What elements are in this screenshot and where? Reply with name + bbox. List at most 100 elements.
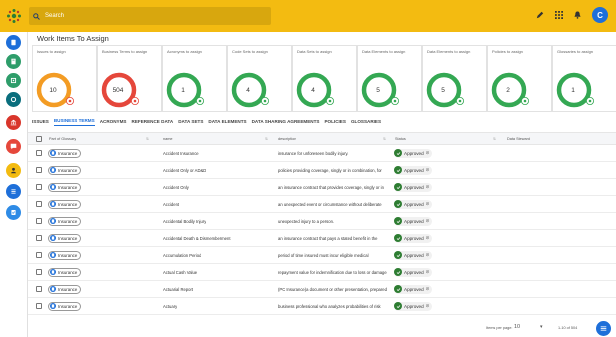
- select-all-checkbox[interactable]: [36, 135, 42, 142]
- sidebar-item-tasks[interactable]: [6, 205, 21, 220]
- pencil-icon[interactable]: [536, 11, 544, 19]
- term-name[interactable]: Accidental Death & Dismemberment: [163, 230, 231, 246]
- sort-icon[interactable]: ⇅: [493, 137, 496, 141]
- table-row[interactable]: Insurance Accumulation Period period of ti…: [28, 247, 616, 264]
- term-name[interactable]: Accident Only: [163, 179, 189, 195]
- summary-card[interactable]: Business Terms to assign 504: [97, 45, 162, 112]
- status-chip[interactable]: Approved ⊘: [394, 284, 433, 294]
- term-name[interactable]: Accident Insurance: [163, 145, 199, 161]
- term-name[interactable]: Accumulation Period: [163, 247, 201, 263]
- tab-glossaries[interactable]: GLOSSARIES: [351, 119, 381, 126]
- glossary-chip[interactable]: Insurance: [48, 250, 82, 260]
- info-icon[interactable]: ⊘: [426, 167, 430, 173]
- term-name[interactable]: Accident Only or AD&D: [163, 162, 206, 178]
- menu-fab-button[interactable]: [596, 321, 611, 336]
- glossary-chip[interactable]: Insurance: [48, 267, 82, 277]
- summary-card[interactable]: Acronyms to assign 1: [162, 45, 227, 112]
- sidebar-item-issues[interactable]: [6, 139, 21, 154]
- summary-card[interactable]: Data Elements to assign 5: [357, 45, 422, 112]
- table-row[interactable]: Insurance Actuarial Report (PC Insurance)a…: [28, 281, 616, 298]
- app-logo[interactable]: [0, 0, 28, 32]
- info-icon[interactable]: ⊘: [426, 269, 430, 275]
- status-chip[interactable]: Approved ⊘: [394, 148, 433, 158]
- tab-reference-data[interactable]: REFERENCE DATA: [132, 119, 174, 126]
- sort-icon[interactable]: ⇅: [265, 137, 268, 141]
- table-row[interactable]: Insurance Actuary business professional wh…: [28, 298, 616, 315]
- row-checkbox[interactable]: [36, 201, 42, 207]
- row-checkbox[interactable]: [36, 252, 42, 258]
- row-checkbox[interactable]: [36, 167, 42, 173]
- info-icon[interactable]: ⊘: [426, 201, 430, 207]
- glossary-chip[interactable]: Insurance: [48, 182, 82, 192]
- table-row[interactable]: Insurance Accidental Bodily Injury unexpec…: [28, 213, 616, 230]
- sidebar-item-data[interactable]: [6, 92, 21, 107]
- column-header-description[interactable]: description: [278, 133, 296, 144]
- summary-card[interactable]: Code Sets to assign 4: [227, 45, 292, 112]
- status-chip[interactable]: Approved ⊘: [394, 199, 433, 209]
- table-row[interactable]: Insurance Accident Insurance insurance for…: [28, 145, 616, 162]
- glossary-chip[interactable]: Insurance: [48, 199, 82, 209]
- sidebar-item-users[interactable]: [6, 163, 21, 178]
- sidebar-item-policies[interactable]: [6, 115, 21, 130]
- status-chip[interactable]: Approved ⊘: [394, 216, 433, 226]
- tab-policies[interactable]: POLICIES: [324, 119, 345, 126]
- summary-card[interactable]: Policies to assign 2: [487, 45, 552, 112]
- info-icon[interactable]: ⊘: [426, 218, 430, 224]
- tab-data-sharing-agreements[interactable]: DATA SHARING AGREEMENTS: [252, 119, 320, 126]
- status-chip[interactable]: Approved ⊘: [394, 301, 433, 311]
- term-name[interactable]: Actual Cash Value: [163, 264, 197, 280]
- sort-icon[interactable]: ⇅: [383, 137, 386, 141]
- term-name[interactable]: Actuarial Report: [163, 281, 193, 297]
- info-icon[interactable]: ⊘: [426, 150, 430, 156]
- glossary-chip[interactable]: Insurance: [48, 284, 82, 294]
- sidebar-item-documents[interactable]: [6, 35, 21, 50]
- chevron-down-icon[interactable]: ▾: [540, 324, 543, 330]
- glossary-chip[interactable]: Insurance: [48, 216, 82, 226]
- tab-data-sets[interactable]: DATA SETS: [178, 119, 203, 126]
- summary-card[interactable]: Data Sets to assign 4: [292, 45, 357, 112]
- info-icon[interactable]: ⊘: [426, 184, 430, 190]
- row-checkbox[interactable]: [36, 303, 42, 309]
- search-bar[interactable]: Search: [29, 7, 271, 25]
- tab-data-elements[interactable]: DATA ELEMENTS: [208, 119, 246, 126]
- user-avatar[interactable]: C: [592, 7, 608, 23]
- column-header-data-steward[interactable]: Data Steward: [507, 133, 530, 144]
- summary-card[interactable]: Data Elements to assign 5: [422, 45, 487, 112]
- table-row[interactable]: Insurance Accident Only an insurance contr…: [28, 179, 616, 196]
- row-checkbox[interactable]: [36, 150, 42, 156]
- row-checkbox[interactable]: [36, 218, 42, 224]
- table-row[interactable]: Insurance Accidental Death & Dismembermen…: [28, 230, 616, 247]
- row-checkbox[interactable]: [36, 269, 42, 275]
- summary-card[interactable]: Issues to assign 10: [32, 45, 97, 112]
- sidebar-item-reference[interactable]: [6, 73, 21, 88]
- tab-acronyms[interactable]: ACRONYMS: [100, 119, 127, 126]
- column-header-name[interactable]: name: [163, 133, 173, 144]
- sort-icon[interactable]: ⇅: [146, 137, 149, 141]
- term-name[interactable]: Accidental Bodily Injury: [163, 213, 206, 229]
- summary-card[interactable]: Glossaries to assign 1: [552, 45, 616, 112]
- glossary-chip[interactable]: Insurance: [48, 165, 82, 175]
- row-checkbox[interactable]: [36, 286, 42, 292]
- term-name[interactable]: Actuary: [163, 298, 177, 314]
- bell-icon[interactable]: [574, 11, 581, 19]
- glossary-chip[interactable]: Insurance: [48, 301, 82, 311]
- search-input[interactable]: Search: [45, 13, 64, 19]
- status-chip[interactable]: Approved ⊘: [394, 267, 433, 277]
- items-per-page-select[interactable]: 10: [514, 324, 520, 330]
- row-checkbox[interactable]: [36, 235, 42, 241]
- sidebar-item-glossary[interactable]: [6, 54, 21, 69]
- table-row[interactable]: Insurance Accident an unexpected event or …: [28, 196, 616, 213]
- table-row[interactable]: Insurance Accident Only or AD&D policies p…: [28, 162, 616, 179]
- glossary-chip[interactable]: Insurance: [48, 148, 82, 158]
- grid-apps-icon[interactable]: [555, 11, 563, 19]
- glossary-chip[interactable]: Insurance: [48, 233, 82, 243]
- info-icon[interactable]: ⊘: [426, 252, 430, 258]
- tab-issues[interactable]: ISSUES: [32, 119, 49, 126]
- info-icon[interactable]: ⊘: [426, 235, 430, 241]
- info-icon[interactable]: ⊘: [426, 286, 430, 292]
- status-chip[interactable]: Approved ⊘: [394, 233, 433, 243]
- sidebar-item-lists[interactable]: [6, 184, 21, 199]
- info-icon[interactable]: ⊘: [426, 303, 430, 309]
- status-chip[interactable]: Approved ⊘: [394, 165, 433, 175]
- table-row[interactable]: Insurance Actual Cash Value repayment valu…: [28, 264, 616, 281]
